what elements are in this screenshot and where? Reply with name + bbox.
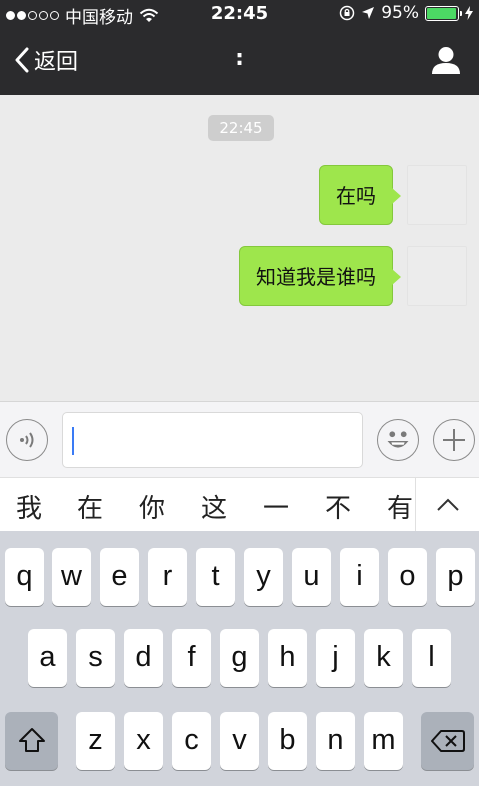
input-bar bbox=[0, 401, 479, 477]
expand-candidates-button[interactable] bbox=[415, 478, 479, 532]
voice-button[interactable] bbox=[6, 419, 48, 461]
key-a[interactable]: a bbox=[28, 629, 67, 687]
message-bubble[interactable]: 在吗 bbox=[319, 165, 401, 225]
key-v[interactable]: v bbox=[220, 712, 259, 770]
key-s[interactable]: s bbox=[76, 629, 115, 687]
chat-area: 22:45 在吗 知道我是谁吗 bbox=[0, 95, 479, 401]
backspace-key[interactable] bbox=[421, 712, 474, 770]
key-p[interactable]: p bbox=[436, 548, 475, 606]
nav-bar: 返回 : bbox=[0, 40, 479, 84]
shift-key[interactable] bbox=[5, 712, 58, 770]
key-l[interactable]: l bbox=[412, 629, 451, 687]
candidate-word[interactable]: 你 bbox=[139, 488, 165, 525]
key-g[interactable]: g bbox=[220, 629, 259, 687]
key-b[interactable]: b bbox=[268, 712, 307, 770]
key-j[interactable]: j bbox=[316, 629, 355, 687]
profile-icon bbox=[432, 47, 460, 74]
avatar[interactable] bbox=[407, 165, 467, 225]
key-h[interactable]: h bbox=[268, 629, 307, 687]
plus-button[interactable] bbox=[433, 419, 475, 461]
top-bar: 中国移动 22:45 95% 返回: bbox=[0, 0, 479, 95]
key-k[interactable]: k bbox=[364, 629, 403, 687]
candidate-word[interactable]: 在 bbox=[77, 488, 103, 525]
candidate-word[interactable]: 这 bbox=[201, 488, 227, 525]
message-input[interactable] bbox=[62, 412, 363, 468]
battery-icon bbox=[425, 5, 462, 21]
key-w[interactable]: w bbox=[52, 548, 91, 606]
voice-icon bbox=[20, 432, 34, 448]
message-row: 知道我是谁吗 bbox=[239, 246, 467, 306]
backspace-icon bbox=[430, 730, 465, 752]
candidate-word[interactable]: 我 bbox=[16, 488, 42, 525]
key-d[interactable]: d bbox=[124, 629, 163, 687]
candidate-bar: 我 在 你 这 一 不 有 bbox=[0, 477, 479, 532]
plus-icon bbox=[443, 429, 465, 451]
text-caret bbox=[72, 427, 74, 455]
battery-percent: 95% bbox=[381, 3, 419, 23]
key-r[interactable]: r bbox=[148, 548, 187, 606]
key-o[interactable]: o bbox=[388, 548, 427, 606]
status-bar: 中国移动 22:45 95% bbox=[0, 0, 479, 28]
status-right: 95% bbox=[339, 3, 473, 23]
key-n[interactable]: n bbox=[316, 712, 355, 770]
key-y[interactable]: y bbox=[244, 548, 283, 606]
profile-button[interactable] bbox=[431, 46, 461, 78]
key-x[interactable]: x bbox=[124, 712, 163, 770]
shift-icon bbox=[18, 728, 45, 752]
lock-rotation-icon bbox=[339, 5, 355, 21]
message-row: 在吗 bbox=[319, 165, 467, 225]
key-c[interactable]: c bbox=[172, 712, 211, 770]
key-i[interactable]: i bbox=[340, 548, 379, 606]
key-f[interactable]: f bbox=[172, 629, 211, 687]
location-arrow-icon bbox=[362, 7, 375, 19]
candidate-word[interactable]: 不 bbox=[325, 488, 351, 525]
chevron-up-icon bbox=[436, 498, 459, 511]
key-t[interactable]: t bbox=[196, 548, 235, 606]
candidate-word[interactable]: 有 bbox=[387, 488, 413, 525]
message-timestamp: 22:45 bbox=[208, 115, 274, 141]
keyboard: q w e r t y u i o p a s d f g h j k l z … bbox=[0, 531, 479, 786]
key-u[interactable]: u bbox=[292, 548, 331, 606]
candidate-word[interactable]: 一 bbox=[263, 488, 289, 525]
charging-icon bbox=[465, 6, 473, 20]
key-m[interactable]: m bbox=[364, 712, 403, 770]
key-e[interactable]: e bbox=[100, 548, 139, 606]
emoji-icon bbox=[387, 431, 409, 448]
chat-title: : bbox=[235, 46, 244, 71]
avatar[interactable] bbox=[407, 246, 467, 306]
key-q[interactable]: q bbox=[5, 548, 44, 606]
emoji-button[interactable] bbox=[377, 419, 419, 461]
message-bubble[interactable]: 知道我是谁吗 bbox=[239, 246, 401, 306]
key-z[interactable]: z bbox=[76, 712, 115, 770]
